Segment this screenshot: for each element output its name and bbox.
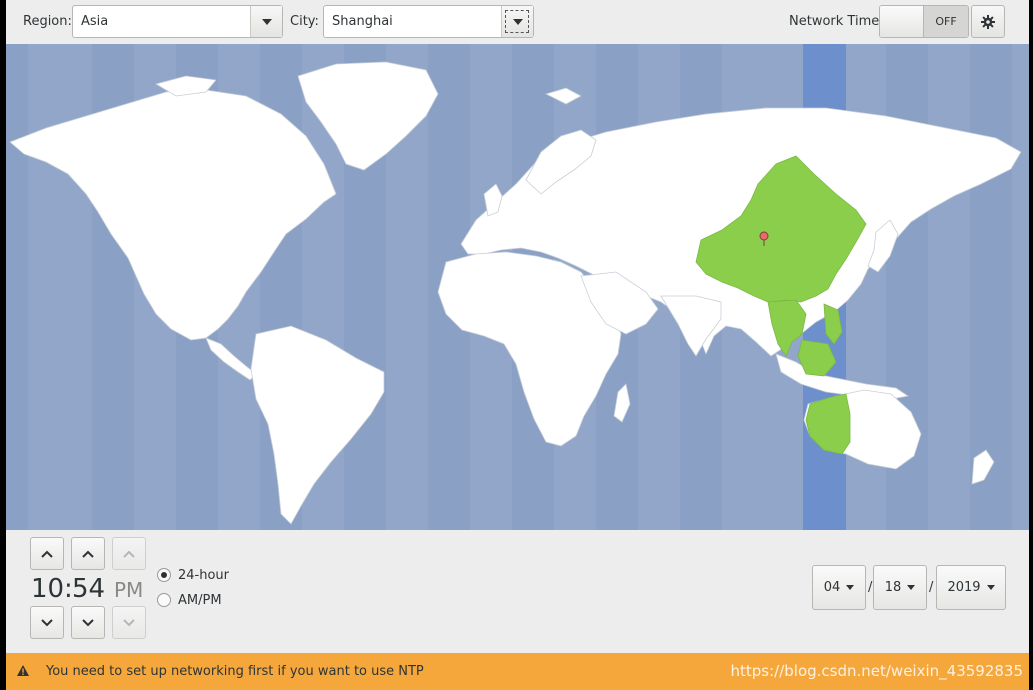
day-dropdown[interactable]: 18 bbox=[873, 565, 927, 610]
ampm-up-button[interactable] bbox=[112, 537, 146, 570]
radio-24-hour-label[interactable]: 24-hour bbox=[178, 568, 229, 583]
warning-message: You need to set up networking first if y… bbox=[46, 664, 424, 679]
world-map[interactable] bbox=[6, 44, 1029, 530]
radio-ampm-label[interactable]: AM/PM bbox=[178, 593, 222, 608]
timezone-map[interactable] bbox=[6, 44, 1029, 530]
chevron-up-icon bbox=[41, 550, 53, 558]
network-time-label: Network Time bbox=[789, 14, 880, 29]
time-date-panel: 10 : 54 PM 24-hour AM/PM 04 / 18 / 2019 bbox=[6, 530, 1029, 653]
month-value: 04 bbox=[823, 580, 841, 595]
warning-bar: You need to set up networking first if y… bbox=[6, 653, 1029, 690]
chevron-down-icon bbox=[261, 18, 272, 25]
minute-down-button[interactable] bbox=[71, 606, 105, 639]
chevron-up-icon bbox=[82, 550, 94, 558]
radio-ampm[interactable] bbox=[157, 593, 171, 607]
chevron-down-icon bbox=[512, 18, 523, 25]
region-label: Region: bbox=[23, 14, 72, 29]
minutes-value: 54 bbox=[72, 574, 106, 604]
gear-icon bbox=[981, 14, 995, 29]
date-separator: / bbox=[929, 580, 934, 595]
month-dropdown[interactable]: 04 bbox=[812, 565, 866, 610]
chevron-down-icon bbox=[41, 618, 53, 626]
chevron-down-icon bbox=[986, 585, 995, 590]
switch-knob[interactable] bbox=[880, 6, 924, 37]
region-dropdown-button[interactable] bbox=[250, 6, 282, 37]
region-combo[interactable]: Asia bbox=[72, 5, 283, 38]
city-label: City: bbox=[290, 14, 319, 29]
hour-up-button[interactable] bbox=[30, 537, 64, 570]
ntp-settings-button[interactable] bbox=[971, 5, 1005, 38]
warning-icon bbox=[17, 665, 29, 676]
network-time-state: OFF bbox=[924, 6, 968, 37]
date-separator: / bbox=[868, 580, 873, 595]
day-value: 18 bbox=[884, 580, 902, 595]
network-time-switch[interactable]: OFF bbox=[879, 5, 969, 38]
ampm-down-button[interactable] bbox=[112, 606, 146, 639]
chevron-down-icon bbox=[123, 618, 135, 626]
watermark-text: https://blog.csdn.net/weixin_43592835 bbox=[730, 662, 1023, 680]
top-bar: Region: Asia City: Shanghai Network Time… bbox=[6, 0, 1029, 44]
hour-down-button[interactable] bbox=[30, 606, 64, 639]
hours-value: 10 bbox=[31, 574, 65, 604]
year-value: 2019 bbox=[947, 580, 981, 595]
chevron-down-icon bbox=[846, 585, 855, 590]
city-combo[interactable]: Shanghai bbox=[323, 5, 534, 38]
chevron-up-icon bbox=[123, 550, 135, 558]
chevron-down-icon bbox=[907, 585, 916, 590]
date-time-window: Region: Asia City: Shanghai Network Time… bbox=[6, 0, 1029, 690]
region-value: Asia bbox=[81, 14, 109, 29]
year-dropdown[interactable]: 2019 bbox=[936, 565, 1006, 610]
chevron-down-icon bbox=[82, 618, 94, 626]
city-value: Shanghai bbox=[332, 14, 393, 29]
radio-24-hour[interactable] bbox=[157, 568, 171, 582]
minute-up-button[interactable] bbox=[71, 537, 105, 570]
city-dropdown-button[interactable] bbox=[501, 6, 533, 37]
greenland bbox=[297, 61, 439, 171]
period-value: PM bbox=[114, 578, 144, 602]
